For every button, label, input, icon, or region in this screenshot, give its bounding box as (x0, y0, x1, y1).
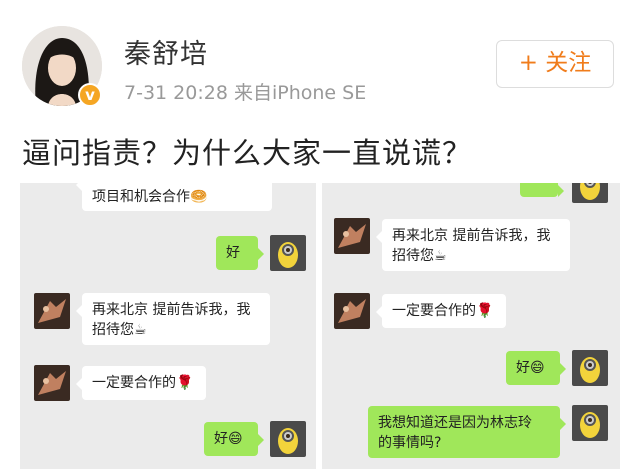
chat-bubble-other: 一定要合作的🌹 (76, 366, 206, 400)
minion-avatar-icon (270, 235, 306, 271)
contact-avatar-icon (334, 293, 370, 329)
minion-avatar-icon (572, 183, 608, 203)
chat-bubble-self-partial (520, 183, 564, 197)
chat-bubble-other: 再来北京 提前告诉我，我 招待您☕ (76, 293, 270, 345)
chat-bubble-self: 好 (216, 236, 264, 270)
minion-avatar-icon (572, 350, 608, 386)
chat-screenshot-left: 项目和机会合作🥯 好 再来北京 提前告诉我，我 招待您☕ 一定要合作的🌹 好😄 (20, 183, 316, 469)
minion-avatar-icon (270, 421, 306, 457)
chat-bubble-other: 项目和机会合作🥯 (76, 183, 272, 211)
chat-bubble-self: 好😄 (506, 351, 566, 385)
minion-avatar-icon (572, 405, 608, 441)
chat-bubble-other: 再来北京 提前告诉我，我 招待您☕ (376, 219, 570, 271)
follow-button[interactable]: + 关注 (496, 40, 614, 88)
verified-badge-icon: v (78, 83, 102, 107)
contact-avatar-icon (334, 218, 370, 254)
chat-screenshot-right: 再来北京 提前告诉我，我 招待您☕ 一定要合作的🌹 好😄 我想知道还是因为林志玲… (322, 183, 620, 469)
post-text: 逼问指责？为什么大家一直说谎？ (22, 136, 473, 170)
chat-bubble-other: 一定要合作的🌹 (376, 294, 506, 328)
chat-bubble-self: 我想知道还是因为林志玲 的事情吗? (368, 406, 566, 458)
contact-avatar-icon (34, 365, 70, 401)
username[interactable]: 秦舒培 (124, 32, 208, 71)
contact-avatar-icon (34, 293, 70, 329)
chat-bubble-self: 好😄 (204, 422, 264, 456)
post-meta: 7-31 20:28 来自iPhone SE (124, 82, 367, 104)
